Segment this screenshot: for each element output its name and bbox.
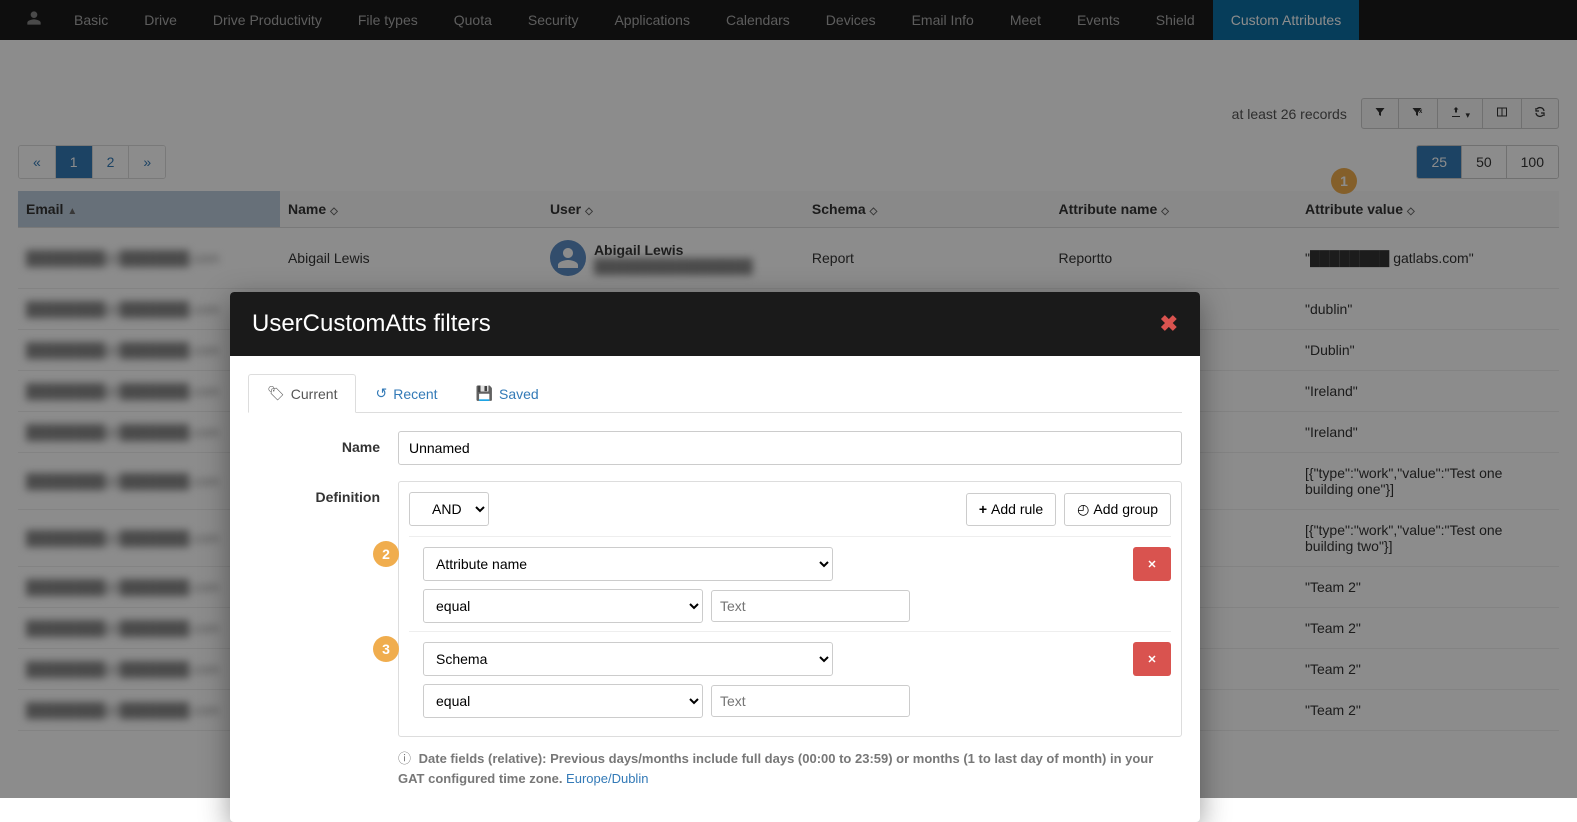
save-icon: 💾 (476, 385, 493, 402)
rule-field-select[interactable]: Schema (423, 642, 833, 676)
tab-current[interactable]: 🏷Current (248, 374, 356, 413)
add-group-button[interactable]: ◴Add group (1064, 493, 1171, 526)
history-icon: ↺ (375, 385, 387, 402)
filter-rule: 3Schemaequal (409, 631, 1171, 718)
condition-select[interactable]: AND OR (409, 492, 489, 526)
filters-modal: UserCustomAtts filters ✖ 🏷Current ↺Recen… (230, 292, 1200, 822)
add-rule-button[interactable]: +Add rule (966, 493, 1056, 526)
modal-title: UserCustomAtts filters (252, 310, 491, 338)
group-icon: ◴ (1077, 501, 1089, 518)
delete-rule-button[interactable] (1133, 642, 1171, 676)
tab-saved[interactable]: 💾Saved (457, 374, 558, 412)
timezone-link[interactable]: Europe/Dublin (566, 771, 648, 786)
rule-group: AND OR +Add rule ◴Add group 2Attribute n… (398, 481, 1182, 737)
filter-rule: 2Attribute nameequal (409, 536, 1171, 623)
rule-field-select[interactable]: Attribute name (423, 547, 833, 581)
filter-name-input[interactable] (398, 431, 1182, 465)
tag-icon: 🏷 (267, 385, 285, 402)
annotation-badge-2: 2 (373, 541, 399, 567)
annotation-badge-3: 3 (373, 636, 399, 662)
rule-operator-select[interactable]: equal (423, 589, 703, 623)
rule-value-input[interactable] (711, 590, 910, 622)
name-label: Name (248, 431, 398, 455)
definition-label: Definition (248, 481, 398, 505)
delete-rule-button[interactable] (1133, 547, 1171, 581)
info-icon: ⓘ (398, 751, 411, 766)
tab-recent[interactable]: ↺Recent (356, 374, 456, 412)
date-fields-note: ⓘ Date fields (relative): Previous days/… (398, 749, 1182, 788)
rule-operator-select[interactable]: equal (423, 684, 703, 718)
rule-value-input[interactable] (711, 685, 910, 717)
close-icon[interactable]: ✖ (1160, 311, 1178, 337)
